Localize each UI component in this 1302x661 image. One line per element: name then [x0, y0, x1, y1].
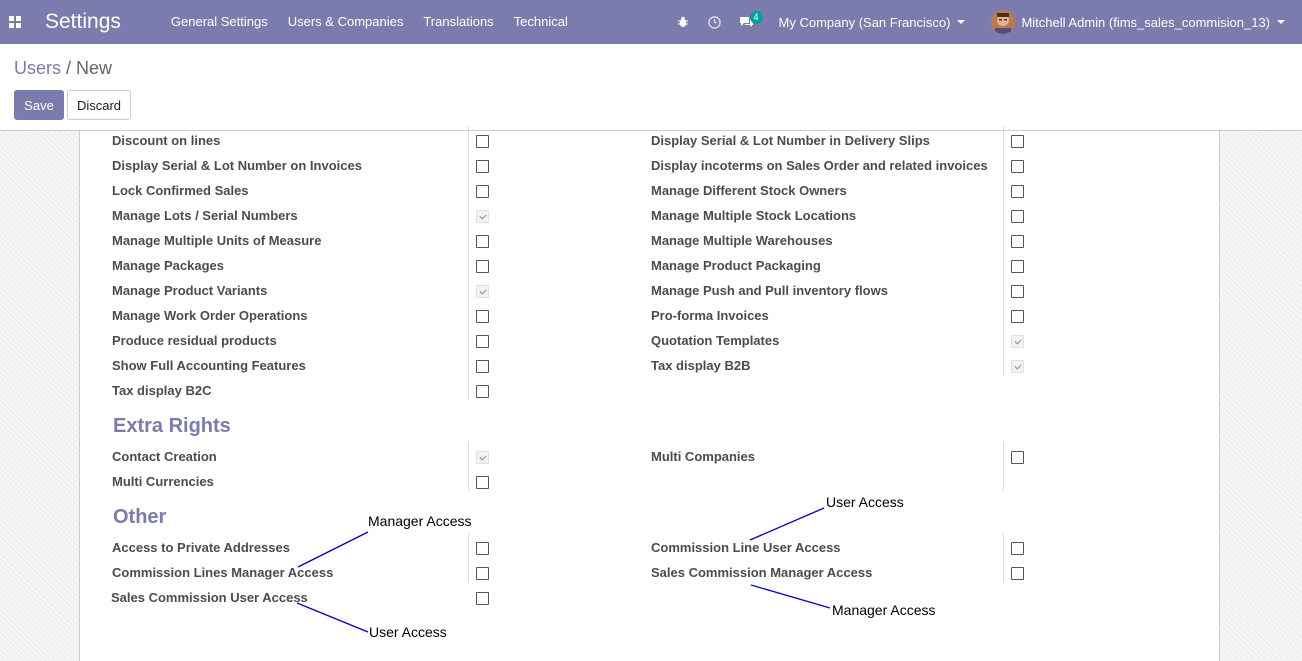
annotation-manager-access-left: Manager Access	[368, 513, 472, 529]
checkbox-pro-forma-invoices[interactable]	[1011, 310, 1024, 323]
avatar	[991, 10, 1016, 34]
field-label-manage-work-order-operations: Manage Work Order Operations	[112, 308, 308, 323]
checkbox-tax-display-b2c[interactable]	[476, 385, 489, 398]
checkbox-sales-commission-manager-access[interactable]	[1011, 567, 1024, 580]
navbar-right: 4 My Company (San Francisco) Mitchell Ad…	[667, 0, 1302, 44]
menu-general-settings[interactable]: General Settings	[161, 0, 278, 44]
app-brand[interactable]: Settings	[45, 10, 121, 34]
field-label-display-incoterms-on-sales-order-and-related-invoices: Display incoterms on Sales Order and rel…	[651, 158, 988, 173]
column-divider	[468, 533, 469, 582]
column-divider	[468, 442, 469, 491]
checkbox-manage-multiple-units-of-measure[interactable]	[476, 235, 489, 248]
field-label-manage-multiple-warehouses: Manage Multiple Warehouses	[651, 233, 833, 248]
field-label-tax-display-b2c: Tax display B2C	[112, 383, 212, 398]
annotation-manager-access-right: Manager Access	[832, 602, 936, 618]
field-label-pro-forma-invoices: Pro-forma Invoices	[651, 308, 769, 323]
checkbox-access-to-private-addresses[interactable]	[476, 542, 489, 555]
field-label-multi-currencies: Multi Currencies	[112, 474, 214, 489]
field-label-manage-product-packaging: Manage Product Packaging	[651, 258, 821, 273]
checkbox-tax-display-b2b[interactable]	[1011, 360, 1024, 373]
checkbox-quotation-templates[interactable]	[1011, 335, 1024, 348]
checkbox-manage-work-order-operations[interactable]	[476, 310, 489, 323]
checkbox-manage-lots-serial-numbers[interactable]	[476, 210, 489, 223]
bug-icon[interactable]	[667, 0, 699, 44]
checkbox-manage-product-variants[interactable]	[476, 285, 489, 298]
menu-users-companies[interactable]: Users & Companies	[278, 0, 414, 44]
field-label-manage-product-variants: Manage Product Variants	[112, 283, 268, 298]
field-label-manage-different-stock-owners: Manage Different Stock Owners	[651, 183, 847, 198]
field-label-show-full-accounting-features: Show Full Accounting Features	[112, 358, 306, 373]
column-divider	[1003, 442, 1004, 491]
field-label-discount-on-lines: Discount on lines	[112, 133, 221, 148]
chevron-down-icon	[1277, 20, 1285, 24]
annotation-user-access-left: User Access	[369, 624, 447, 640]
user-menu[interactable]: Mitchell Admin (fims_sales_commision_13)	[977, 10, 1302, 34]
chevron-down-icon	[957, 20, 966, 24]
field-label-manage-lots-serial-numbers: Manage Lots / Serial Numbers	[112, 208, 298, 223]
apps-grid-icon[interactable]	[1, 0, 29, 44]
checkbox-manage-push-and-pull-inventory-flows[interactable]	[1011, 285, 1024, 298]
field-label-quotation-templates: Quotation Templates	[651, 333, 780, 348]
checkbox-produce-residual-products[interactable]	[476, 335, 489, 348]
field-label-display-serial-lot-number-on-invoices: Display Serial & Lot Number on Invoices	[112, 158, 362, 173]
breadcrumb-current: New	[76, 58, 113, 78]
checkbox-commission-lines-manager-access[interactable]	[476, 567, 489, 580]
control-panel: Users / New Save Discard	[0, 44, 1302, 131]
field-label-access-to-private-addresses: Access to Private Addresses	[112, 540, 291, 555]
clock-icon[interactable]	[699, 0, 731, 44]
annotation-user-access-right: User Access	[826, 494, 904, 510]
field-label-commission-line-user-access: Commission Line User Access	[651, 540, 841, 555]
checkbox-lock-confirmed-sales[interactable]	[476, 185, 489, 198]
field-label-multi-companies: Multi Companies	[651, 449, 756, 464]
chat-icon[interactable]: 4	[731, 0, 763, 44]
main-menu: General Settings Users & Companies Trans…	[161, 0, 578, 44]
checkbox-commission-line-user-access[interactable]	[1011, 542, 1024, 555]
company-name: My Company (San Francisco)	[778, 14, 951, 30]
field-label-produce-residual-products: Produce residual products	[112, 333, 277, 348]
column-divider	[1003, 126, 1004, 375]
field-label-tax-display-b2b: Tax display B2B	[651, 358, 751, 373]
checkbox-sales-commission-user-access[interactable]	[476, 592, 489, 605]
column-divider	[468, 126, 469, 400]
checkbox-manage-packages[interactable]	[476, 260, 489, 273]
save-button[interactable]: Save	[14, 90, 64, 120]
discard-button[interactable]: Discard	[67, 90, 131, 120]
checkbox-contact-creation[interactable]	[476, 451, 489, 464]
checkbox-manage-product-packaging[interactable]	[1011, 260, 1024, 273]
section-title-extra-rights: Extra Rights	[113, 415, 231, 437]
menu-translations[interactable]: Translations	[413, 0, 503, 44]
checkbox-multi-companies[interactable]	[1011, 451, 1024, 464]
checkbox-show-full-accounting-features[interactable]	[476, 360, 489, 373]
checkbox-manage-different-stock-owners[interactable]	[1011, 185, 1024, 198]
breadcrumb: Users / New	[14, 58, 112, 79]
field-label-display-serial-lot-number-in-delivery-slips: Display Serial & Lot Number in Delivery …	[651, 133, 930, 148]
section-title-other: Other	[113, 506, 167, 528]
chat-badge: 4	[749, 11, 763, 24]
checkbox-display-incoterms-on-sales-order-and-related-invoices[interactable]	[1011, 160, 1024, 173]
field-label-sales-commission-manager-access: Sales Commission Manager Access	[651, 565, 873, 580]
field-label-manage-packages: Manage Packages	[112, 258, 225, 273]
checkbox-manage-multiple-warehouses[interactable]	[1011, 235, 1024, 248]
field-label-manage-multiple-units-of-measure: Manage Multiple Units of Measure	[112, 233, 322, 248]
checkbox-manage-multiple-stock-locations[interactable]	[1011, 210, 1024, 223]
column-divider	[1003, 533, 1004, 582]
field-label-manage-push-and-pull-inventory-flows: Manage Push and Pull inventory flows	[651, 283, 888, 298]
top-navbar: Settings General Settings Users & Compan…	[0, 0, 1302, 44]
breadcrumb-users[interactable]: Users	[14, 58, 61, 78]
checkbox-display-serial-lot-number-in-delivery-slips[interactable]	[1011, 135, 1024, 148]
user-name: Mitchell Admin (fims_sales_commision_13)	[1021, 14, 1270, 30]
checkbox-discount-on-lines[interactable]	[476, 135, 489, 148]
checkbox-multi-currencies[interactable]	[476, 476, 489, 489]
field-label-lock-confirmed-sales: Lock Confirmed Sales	[112, 183, 249, 198]
company-switcher[interactable]: My Company (San Francisco)	[763, 15, 978, 30]
field-label-contact-creation: Contact Creation	[112, 449, 217, 464]
menu-technical[interactable]: Technical	[504, 0, 578, 44]
checkbox-display-serial-lot-number-on-invoices[interactable]	[476, 160, 489, 173]
field-label-commission-lines-manager-access: Commission Lines Manager Access	[112, 565, 334, 580]
field-label-sales-commission-user-access: Sales Commission User Access	[111, 590, 308, 605]
breadcrumb-separator: /	[66, 58, 72, 78]
field-label-manage-multiple-stock-locations: Manage Multiple Stock Locations	[651, 208, 857, 223]
